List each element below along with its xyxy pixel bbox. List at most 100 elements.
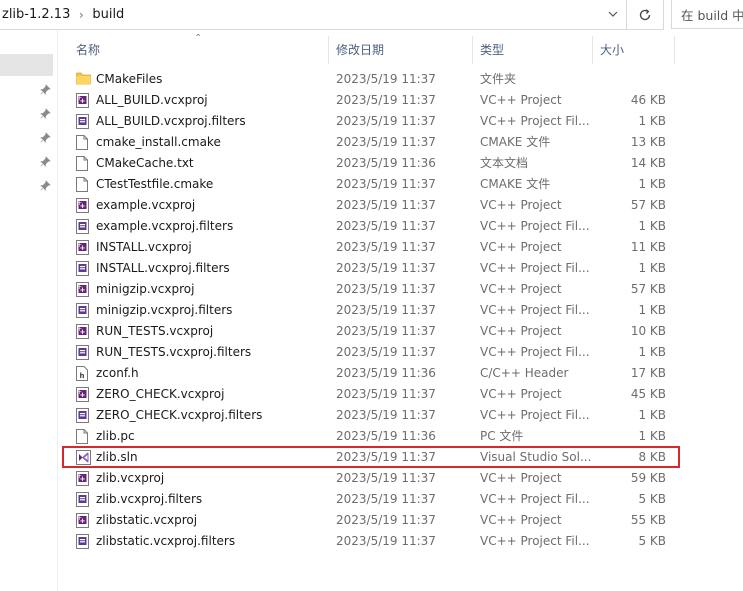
column-header-name[interactable]: 名称 [70,38,328,62]
file-date: 2023/5/19 11:37 [336,177,436,191]
file-size: 46 KB [630,93,666,107]
file-row[interactable]: CMakeFiles 2023/5/19 11:37 文件夹 [70,69,680,90]
file-type: VC++ Project [480,240,562,254]
file-size: 55 KB [630,513,666,527]
filters-file-icon [76,114,90,129]
column-header-size[interactable]: 大小 [594,38,674,62]
file-date: 2023/5/19 11:37 [336,93,436,107]
file-name: ALL_BUILD.vcxproj.filters [96,114,246,128]
header-file-icon: h [76,366,90,381]
vcxproj-file-icon: + + [76,387,90,402]
search-input[interactable]: 在 build 中 [671,0,743,29]
chevron-right-icon[interactable]: › [72,8,90,22]
file-date: 2023/5/19 11:37 [336,219,436,233]
file-size: 1 KB [638,303,666,317]
file-size: 1 KB [638,219,666,233]
pin-icon[interactable] [38,106,52,120]
file-type: VC++ Project [480,324,562,338]
breadcrumb-item-zlib[interactable]: zlib-1.2.13 [0,7,72,22]
file-row[interactable]: + + minigzip.vcxproj 2023/5/19 11:37 VC++ Pr… [70,279,680,300]
file-row[interactable]: + + zlibstatic.vcxproj 2023/5/19 11:37 VC++ … [70,510,680,531]
refresh-icon [639,8,651,20]
filters-file-icon [76,408,90,423]
file-row[interactable]: zlib.sln 2023/5/19 11:37 Visual Studio Sol… [70,447,680,468]
file-name: ALL_BUILD.vcxproj [96,93,208,107]
file-row[interactable]: RUN_TESTS.vcxproj.filters 2023/5/19 11:37… [70,342,680,363]
file-name: zlib.vcxproj.filters [96,492,203,506]
file-row[interactable]: zlib.pc 2023/5/19 11:36 PC 文件 1 KB [70,426,680,447]
file-row[interactable]: ALL_BUILD.vcxproj.filters 2023/5/19 11:37… [70,111,680,132]
file-date: 2023/5/19 11:37 [336,324,436,338]
file-date: 2023/5/19 11:37 [336,135,436,149]
file-type: VC++ Project Fil... [480,261,590,275]
filters-file-icon [76,345,90,360]
file-row[interactable]: example.vcxproj.filters 2023/5/19 11:37 VC… [70,216,680,237]
nav-selected-item[interactable] [0,54,53,76]
svg-text:+: + [77,200,82,207]
file-explorer-window: zlib-1.2.13 › build 在 build 中 ⌃ 名称 修改日期 … [0,0,743,591]
file-size: 14 KB [630,156,666,170]
filters-file-icon [76,303,90,318]
column-divider[interactable] [472,36,473,64]
file-row[interactable]: + + ALL_BUILD.vcxproj 2023/5/19 11:37 VC++ P… [70,90,680,111]
file-name: minigzip.vcxproj [96,282,195,296]
pin-icon[interactable] [38,178,52,192]
file-row[interactable]: CTestTestfile.cmake 2023/5/19 11:37 CMAKE … [70,174,680,195]
file-name: INSTALL.vcxproj [96,240,192,254]
file-name: zlibstatic.vcxproj [96,513,198,527]
file-name: RUN_TESTS.vcxproj [96,324,214,338]
file-row[interactable]: + + RUN_TESTS.vcxproj 2023/5/19 11:37 VC++ P… [70,321,680,342]
pin-icon[interactable] [38,154,52,168]
file-date: 2023/5/19 11:36 [336,366,436,380]
filters-file-icon [76,534,90,549]
refresh-button[interactable] [627,0,664,30]
file-row[interactable]: zlibstatic.vcxproj.filters 2023/5/19 11:3… [70,531,680,552]
column-divider[interactable] [328,36,329,64]
file-type: VC++ Project [480,282,562,296]
file-row[interactable]: INSTALL.vcxproj.filters 2023/5/19 11:37 VC… [70,258,680,279]
file-name: zconf.h [96,366,139,380]
breadcrumb-item-build[interactable]: build [90,7,126,22]
column-header-type[interactable]: 类型 [474,38,592,62]
document-icon [76,429,90,444]
file-name: CMakeCache.txt [96,156,194,170]
column-header-date[interactable]: 修改日期 [330,38,472,62]
file-name: zlib.pc [96,429,135,443]
file-type: C/C++ Header [480,366,569,380]
filters-file-icon [76,219,90,234]
file-size: 1 KB [638,177,666,191]
file-date: 2023/5/19 11:36 [336,429,436,443]
file-date: 2023/5/19 11:37 [336,408,436,422]
file-row[interactable]: minigzip.vcxproj.filters 2023/5/19 11:37 V… [70,300,680,321]
file-type: CMAKE 文件 [480,135,551,149]
svg-text:+: + [77,95,82,102]
pin-icon[interactable] [38,130,52,144]
file-name: INSTALL.vcxproj.filters [96,261,230,275]
file-type: PC 文件 [480,429,524,443]
chevron-down-icon[interactable] [603,4,623,24]
file-row[interactable]: h zconf.h 2023/5/19 11:36 C/C++ Header 17 KB [70,363,680,384]
file-name: example.vcxproj.filters [96,219,234,233]
file-type: VC++ Project Fil... [480,303,590,317]
file-row[interactable]: + + INSTALL.vcxproj 2023/5/19 11:37 VC++ Pro… [70,237,680,258]
file-name: CTestTestfile.cmake [96,177,214,191]
file-row[interactable]: ZERO_CHECK.vcxproj.filters 2023/5/19 11:3… [70,405,680,426]
visual-studio-solution-icon [76,450,91,465]
column-divider[interactable] [674,36,675,64]
file-date: 2023/5/19 11:37 [336,450,436,464]
svg-text:+: + [77,389,82,396]
file-name: zlib.vcxproj [96,471,165,485]
file-row[interactable]: CMakeCache.txt 2023/5/19 11:36 文本文档 14 KB [70,153,680,174]
file-row[interactable]: + + ZERO_CHECK.vcxproj 2023/5/19 11:37 VC++ … [70,384,680,405]
breadcrumb[interactable]: zlib-1.2.13 › build [0,0,627,30]
file-row[interactable]: + + zlib.vcxproj 2023/5/19 11:37 VC++ Projec… [70,468,680,489]
file-row[interactable]: + + example.vcxproj 2023/5/19 11:37 VC++ Pro… [70,195,680,216]
file-row[interactable]: zlib.vcxproj.filters 2023/5/19 11:37 VC++ … [70,489,680,510]
file-size: 1 KB [638,114,666,128]
file-size: 13 KB [630,135,666,149]
pin-icon[interactable] [38,82,52,96]
file-row[interactable]: cmake_install.cmake 2023/5/19 11:37 CMAKE … [70,132,680,153]
column-divider[interactable] [592,36,593,64]
file-size: 10 KB [630,324,666,338]
file-date: 2023/5/19 11:37 [336,261,436,275]
